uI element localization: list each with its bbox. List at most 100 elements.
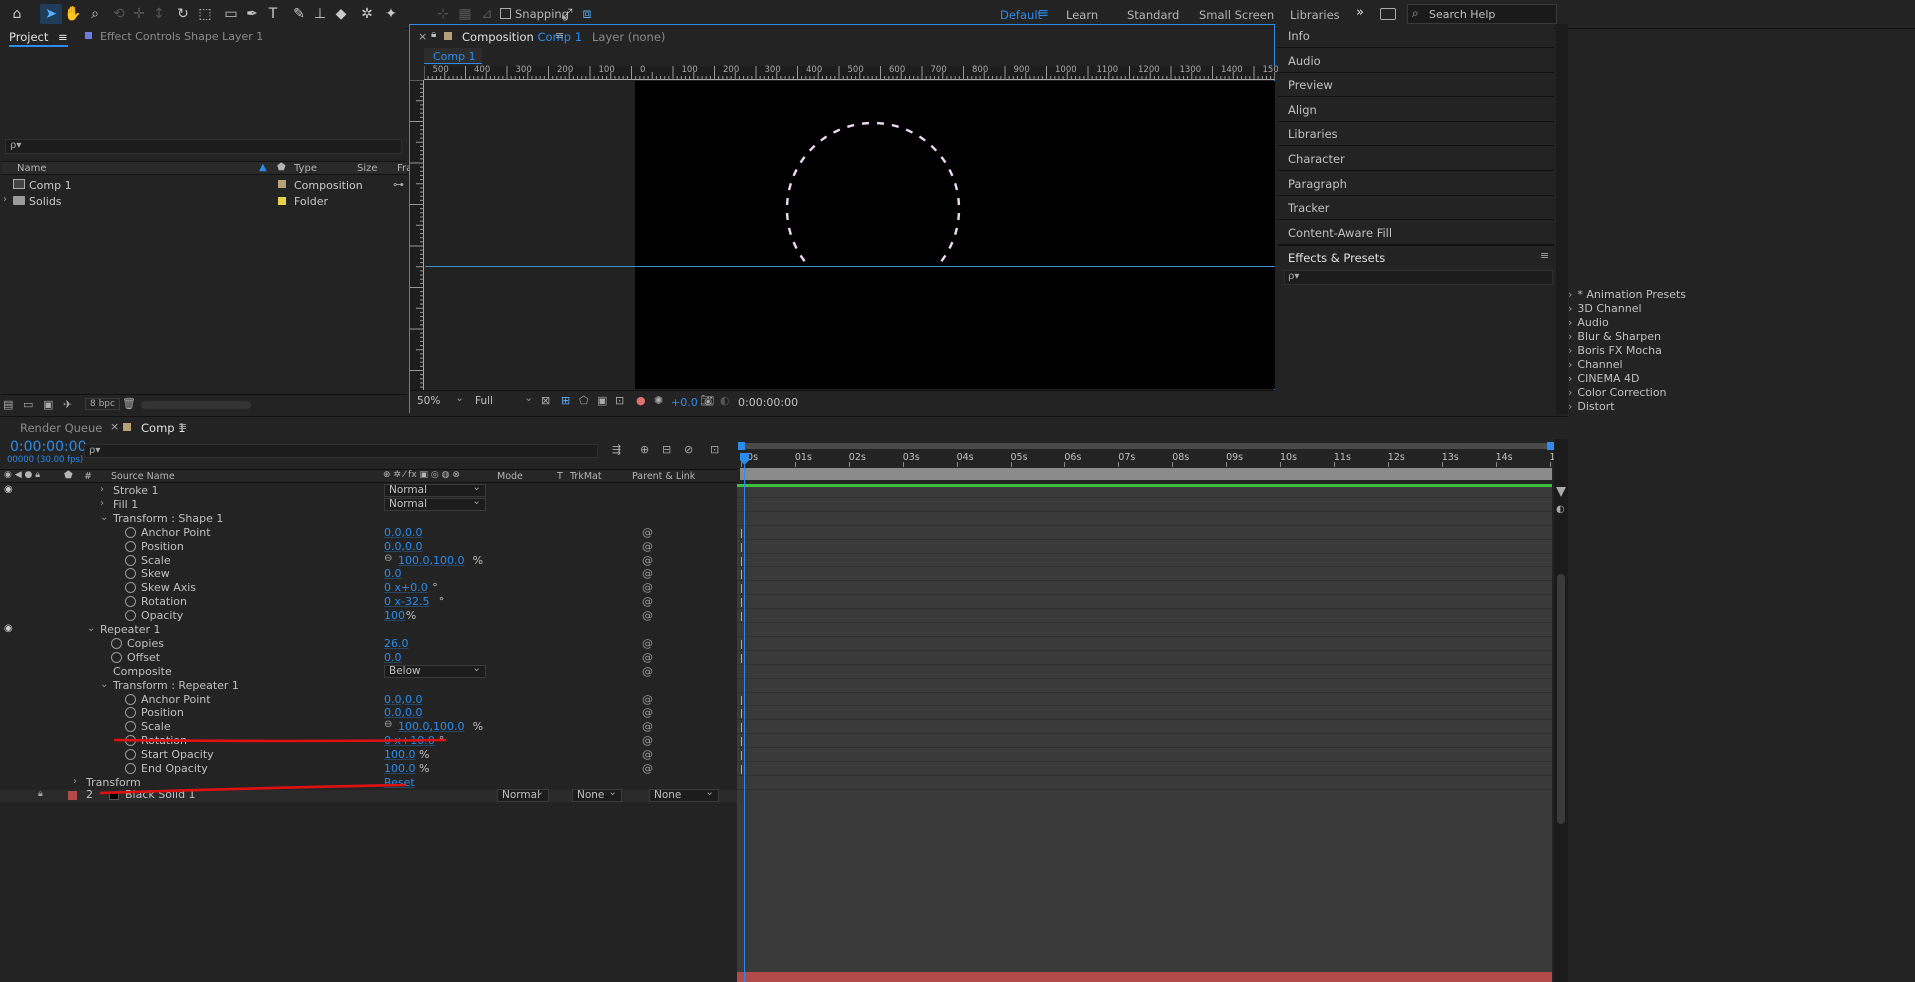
pick-whip-icon[interactable]: @ — [642, 581, 653, 594]
stopwatch-icon[interactable] — [125, 554, 136, 566]
sort-arrow-icon[interactable]: ▲ — [259, 162, 267, 173]
tab-project[interactable]: Project ≡ — [9, 30, 68, 47]
right-panel-item[interactable]: Paragraph — [1278, 172, 1554, 196]
snap-icon[interactable]: ⤢ — [556, 4, 578, 24]
frame-blending-icon[interactable]: ⊘ — [684, 443, 693, 456]
workspace-menu-icon[interactable]: ≡ — [1038, 6, 1049, 21]
chevron-right-icon[interactable]: › — [73, 776, 77, 787]
work-area-range[interactable] — [740, 468, 1552, 480]
dolly-tool-icon[interactable]: ↕ — [148, 4, 170, 24]
property-value[interactable]: 100.0 — [384, 762, 416, 775]
graph-editor-icon[interactable]: ⊡ — [710, 443, 719, 456]
layer-property-row[interactable]: Anchor Point 0.0,0.0 @ — [0, 526, 737, 540]
chevron-right-icon[interactable]: › — [3, 194, 7, 205]
mask-visibility-icon[interactable]: ⬠ — [579, 394, 589, 407]
property-value[interactable]: Reset — [384, 776, 415, 789]
pick-whip-icon[interactable]: @ — [642, 762, 653, 775]
av-features-icon[interactable]: ◉ ◀ ● 🔒︎ — [4, 470, 40, 480]
type-tool-icon[interactable]: T — [262, 4, 284, 24]
property-value[interactable]: 0 x-32.5 — [384, 595, 429, 608]
column-t[interactable]: T — [557, 471, 563, 482]
stopwatch-icon[interactable] — [125, 540, 136, 552]
new-folder-icon[interactable]: ▭ — [23, 398, 33, 411]
time-ruler[interactable]: 00s 01s 02s 03s 04s 05s 06s 07s 08s 09s 10s 11s 12s 1… — [737, 439, 1567, 483]
keyframe-indicator[interactable] — [741, 765, 742, 774]
work-area-bar[interactable] — [740, 443, 1552, 449]
property-value[interactable]: 100.0 — [384, 748, 416, 761]
layer-property-row[interactable]: Copies 26.0 @ — [0, 637, 737, 651]
right-panel-item[interactable]: Character — [1278, 147, 1554, 171]
effects-search-input[interactable]: ρ▾ — [1284, 270, 1553, 285]
track-area[interactable] — [737, 484, 1552, 982]
sync-settings-icon[interactable] — [1380, 8, 1396, 20]
workspace-learn[interactable]: Learn — [1066, 8, 1098, 22]
keyframe-indicator[interactable] — [741, 695, 742, 705]
chevron-right-icon[interactable]: › — [100, 498, 104, 509]
layer-property-row[interactable]: › Transform Reset — [0, 776, 737, 790]
chevron-right-icon[interactable]: › — [100, 484, 104, 495]
guide-line[interactable] — [425, 266, 1275, 267]
chevron-down-icon[interactable]: ⌄ — [87, 623, 95, 634]
tab-render-queue[interactable]: Render Queue — [20, 421, 102, 435]
column-mode[interactable]: Mode — [497, 471, 523, 482]
playhead-line[interactable] — [744, 465, 745, 982]
blend-mode-dropdown[interactable]: Normal — [384, 482, 486, 497]
layer-property-row[interactable]: Rotation 0 x+10.0 ° @ — [0, 734, 737, 748]
eraser-tool-icon[interactable]: ◆ — [330, 4, 352, 24]
effect-category[interactable]: › Channel — [1568, 358, 1623, 371]
right-panel-item[interactable]: Libraries — [1278, 122, 1554, 147]
clone-stamp-icon[interactable]: ⊥ — [309, 4, 331, 24]
project-scrollbar[interactable] — [141, 401, 251, 409]
property-value[interactable]: 0.0,0.0 — [384, 540, 422, 553]
timeline-current-time[interactable]: 0:00:00:00 — [10, 439, 87, 455]
layer-property-row[interactable]: Scale ⊖ 100.0,100.0% @ — [0, 719, 737, 734]
chevron-right-icon[interactable]: › — [1568, 330, 1572, 343]
snapping-checkbox[interactable] — [500, 8, 511, 19]
comp-marker-bin-icon[interactable]: ◐ — [1556, 504, 1565, 515]
stopwatch-icon[interactable] — [125, 596, 136, 608]
roto-brush-icon[interactable]: ✲ — [356, 4, 378, 24]
layer-duration-bar[interactable] — [737, 484, 1552, 487]
magnification-dropdown[interactable]: 50% — [413, 393, 468, 410]
layer-property-row[interactable]: Skew 0.0 @ — [0, 567, 737, 581]
blend-mode-dropdown[interactable]: Below — [384, 663, 486, 678]
pick-whip-icon[interactable]: @ — [642, 540, 653, 553]
composition-viewer[interactable] — [425, 81, 1275, 389]
pick-whip-icon[interactable]: @ — [642, 748, 653, 761]
keyframe-indicator[interactable] — [741, 612, 742, 622]
property-value[interactable]: 26.0 — [384, 637, 409, 650]
layer-property-row[interactable]: Opacity 100% @ — [0, 609, 737, 623]
effect-category[interactable]: › Distort — [1568, 400, 1615, 413]
keyframe-indicator[interactable] — [741, 737, 742, 747]
right-panel-item[interactable]: Info — [1278, 24, 1554, 48]
stopwatch-icon[interactable] — [111, 651, 122, 663]
property-value[interactable]: 100.0,100.0 — [398, 720, 464, 733]
chevron-right-icon[interactable]: › — [1568, 302, 1572, 315]
keyframe-indicator[interactable] — [741, 709, 742, 719]
axis-view-icon[interactable]: ⊿ — [476, 4, 498, 24]
effect-category[interactable]: › * Animation Presets — [1568, 288, 1686, 301]
keyframe-indicator[interactable] — [741, 584, 742, 594]
keyframe-indicator[interactable] — [741, 751, 742, 761]
label-column-icon[interactable]: ⬟ — [277, 162, 286, 173]
pick-whip-icon[interactable]: @ — [642, 554, 653, 567]
label-column-icon[interactable]: ⬟ — [64, 470, 73, 481]
constrain-proportions-icon[interactable]: ⊖ — [384, 719, 392, 730]
workspace-default[interactable]: Default — [1000, 8, 1042, 22]
workspace-standard[interactable]: Standard — [1127, 8, 1179, 22]
layer-property-row[interactable]: Position 0.0,0.0 @ — [0, 540, 737, 554]
keyframe-indicator[interactable] — [741, 653, 742, 663]
property-value[interactable]: 0.0 — [384, 567, 402, 580]
close-tab-icon[interactable]: × — [418, 30, 427, 43]
right-panel-scrollbar[interactable] — [1556, 24, 1568, 414]
column-name[interactable]: Name — [17, 163, 47, 174]
horizontal-ruler[interactable]: 500 400 300 200 100 0 100 200 300 400 500 600 700 800… — [424, 65, 1284, 80]
property-value[interactable]: 0 x+0.0 — [384, 581, 428, 594]
blend-mode-dropdown[interactable]: Normal — [384, 496, 486, 511]
constrain-proportions-icon[interactable]: ⊖ — [384, 553, 392, 564]
lock-icon[interactable]: 🔒︎ — [431, 29, 436, 40]
tab-layer[interactable]: Layer (none) — [592, 30, 665, 44]
new-composition-icon[interactable]: ▣ — [43, 398, 53, 411]
draft-3d-icon[interactable]: ⊕ — [640, 443, 649, 456]
chevron-down-icon[interactable]: ⌄ — [100, 679, 108, 690]
